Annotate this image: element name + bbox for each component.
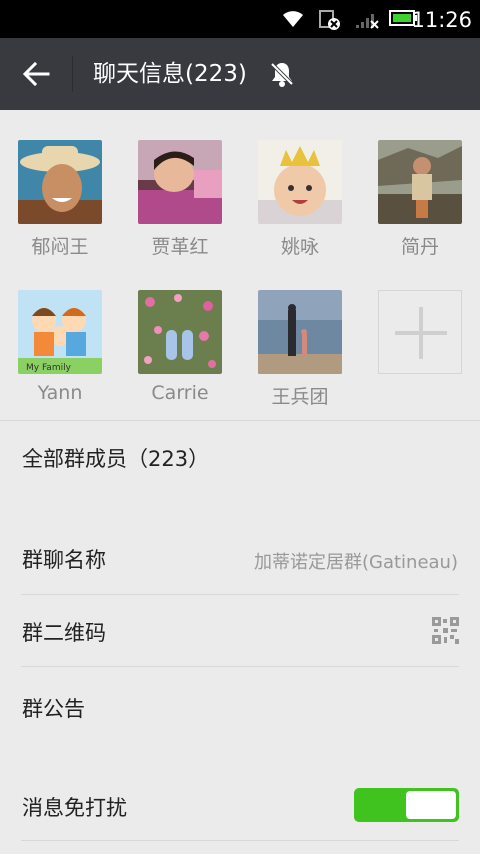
avatar: [258, 140, 342, 224]
svg-text:My Family: My Family: [26, 363, 72, 373]
member-name: 贾革红: [151, 236, 209, 258]
bell-off-icon: [270, 62, 294, 87]
group-qr-row[interactable]: 群二维码: [0, 595, 480, 666]
member-name: 简丹: [400, 236, 439, 258]
member-item[interactable]: 郁闷王: [10, 140, 110, 259]
divider: [21, 840, 459, 841]
plus-icon: [395, 307, 447, 359]
signal-off-icon: [356, 14, 379, 29]
avatar: My Family: [18, 290, 102, 374]
member-item[interactable]: Carrie: [130, 290, 230, 404]
sim-blocked-icon: [319, 10, 340, 30]
avatar: [138, 140, 222, 224]
header-divider: [72, 56, 73, 92]
avatar: [378, 140, 462, 224]
member-name: Yann: [37, 382, 83, 404]
add-member-button[interactable]: [378, 290, 462, 374]
group-name-label: 群聊名称: [22, 548, 106, 572]
mute-notifications-toggle[interactable]: [354, 788, 459, 822]
page-title: 聊天信息(223): [93, 61, 247, 87]
member-item[interactable]: 王兵团: [250, 290, 350, 409]
arrow-left-icon: [22, 61, 50, 87]
member-name: 王兵团: [271, 386, 329, 408]
avatar: [138, 290, 222, 374]
group-name-row[interactable]: 群聊名称 加蒂诺定居群(Gatineau): [0, 522, 480, 594]
member-name: Carrie: [151, 382, 209, 404]
status-bar: 11:26: [0, 0, 480, 38]
toggle-knob: [406, 791, 456, 819]
back-button[interactable]: [14, 54, 58, 94]
announcement-row[interactable]: 群公告: [0, 667, 480, 743]
member-item[interactable]: 简丹: [370, 140, 470, 259]
avatar: [258, 290, 342, 374]
wifi-icon: [283, 11, 303, 27]
group-name-value: 加蒂诺定居群(Gatineau): [253, 552, 458, 573]
top-app-bar: 聊天信息(223): [0, 38, 480, 110]
all-members-label: 全部群成员（223）: [22, 447, 210, 471]
all-members-row[interactable]: 全部群成员（223）: [0, 421, 480, 493]
group-qr-label: 群二维码: [22, 621, 106, 645]
qr-code-icon: [432, 617, 459, 644]
mute-notifications-label: 消息免打扰: [22, 796, 127, 820]
member-item[interactable]: 贾革红: [130, 140, 230, 259]
announcement-label: 群公告: [22, 697, 85, 721]
member-grid: 郁闷王 贾革红 姚咏 简丹 My Family Yann Carrie 王兵团: [0, 110, 480, 420]
member-item[interactable]: My Family Yann: [10, 290, 110, 404]
member-item[interactable]: 姚咏: [250, 140, 350, 259]
status-time: 11:26: [411, 8, 472, 32]
avatar: [18, 140, 102, 224]
member-name: 姚咏: [280, 236, 319, 258]
member-name: 郁闷王: [31, 236, 89, 258]
